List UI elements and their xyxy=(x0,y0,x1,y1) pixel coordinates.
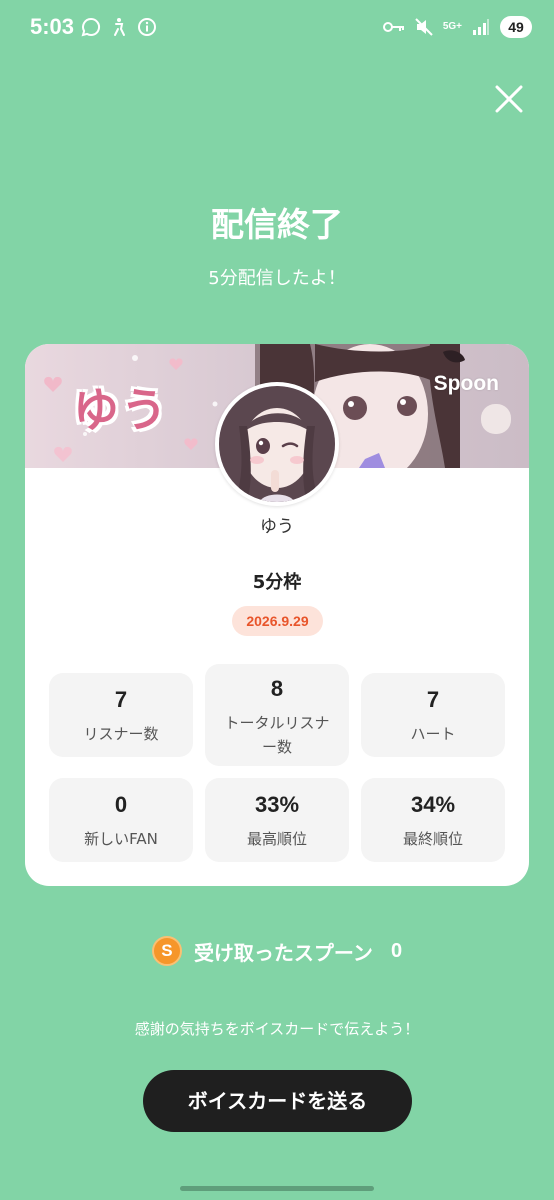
stat-value: 0 xyxy=(114,792,128,817)
stat-label: 新しいFAN xyxy=(84,830,158,848)
network-type: 5G+ xyxy=(442,21,462,32)
stat-label: 最高順位 xyxy=(246,830,307,848)
spoons-count: 0 xyxy=(390,939,403,962)
stat-label-line1: トータルリスナ xyxy=(224,714,330,732)
stream-ended-screen: 5:03 5G+ 49 配信終了 5分配信したよ！ ゆう Spoon ゆう 5分… xyxy=(0,0,554,1200)
page-title: 配信終了 xyxy=(211,205,343,244)
send-voice-card-button[interactable]: ボイスカードを送る xyxy=(143,1070,412,1132)
signal-icon xyxy=(470,16,492,38)
spoon-coin-icon: S xyxy=(151,936,182,966)
username: ゆう xyxy=(260,517,294,537)
status-time: 5:03 xyxy=(30,14,75,39)
notification-icons xyxy=(80,16,158,38)
stat-label: 最終順位 xyxy=(402,830,463,848)
spoon-logo: Spoon xyxy=(433,372,499,395)
key-icon xyxy=(382,16,405,38)
spoons-label: 受け取ったスプーン xyxy=(193,940,373,965)
spoons-received: S 受け取ったスプーン 0 xyxy=(0,936,554,966)
stat-value: 8 xyxy=(270,676,284,701)
stat-final-rank: 34% 最終順位 xyxy=(361,778,505,862)
stat-total-listeners: 8 トータルリスナ ー数 xyxy=(205,664,349,766)
stat-new-fans: 0 新しいFAN xyxy=(49,778,193,862)
info-icon xyxy=(136,16,158,38)
stat-label: リスナー数 xyxy=(83,725,159,743)
stat-hearts: 7 ハート xyxy=(361,673,505,757)
stat-highest-rank: 33% 最高順位 xyxy=(205,778,349,862)
avatar-image xyxy=(219,386,335,502)
page-subtitle: 5分配信したよ！ xyxy=(208,268,346,289)
stat-value: 34% xyxy=(410,792,456,817)
stat-value: 7 xyxy=(426,687,440,712)
battery-level: 49 xyxy=(500,16,532,38)
home-indicator[interactable] xyxy=(180,1186,374,1191)
accessibility-icon xyxy=(108,16,130,38)
close-button[interactable] xyxy=(494,84,524,114)
close-icon xyxy=(495,85,523,113)
stat-value: 7 xyxy=(114,687,128,712)
banner-name-art: ゆう xyxy=(73,383,169,437)
date-badge: 2026.9.29 xyxy=(232,606,323,636)
avatar[interactable] xyxy=(215,382,339,506)
status-bar: 5:03 5G+ 49 xyxy=(0,0,554,58)
chat-bubble-icon xyxy=(80,16,102,38)
mute-icon xyxy=(413,16,435,38)
stat-listeners: 7 リスナー数 xyxy=(49,673,193,757)
stream-summary-card: ゆう Spoon ゆう 5分枠 2026.9.29 7 リスナー数 8 トータル… xyxy=(25,344,529,886)
stream-slot: 5分枠 xyxy=(252,572,302,593)
voice-card-hint: 感謝の気持ちをボイスカードで伝えよう！ xyxy=(134,1020,420,1038)
stat-value: 33% xyxy=(254,792,300,817)
stat-label: ハート xyxy=(410,725,456,743)
system-icons: 5G+ 49 xyxy=(382,16,532,38)
stat-label-line2: ー数 xyxy=(261,738,292,756)
